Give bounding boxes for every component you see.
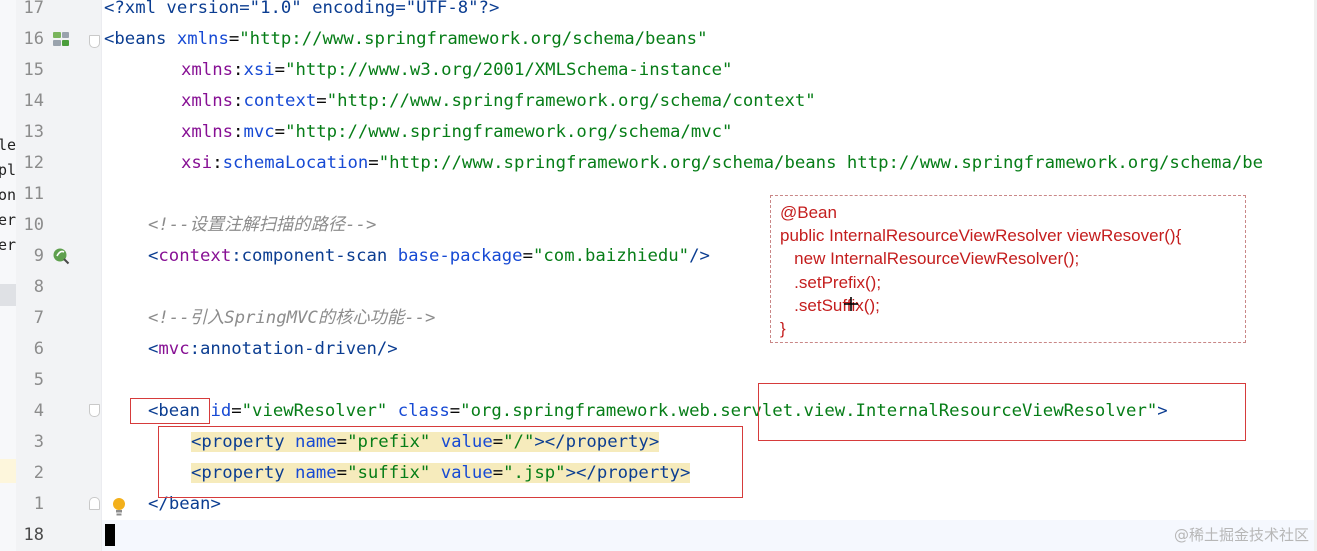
annotation-box-bean-tag <box>130 398 210 424</box>
attribute-name: base-package <box>397 246 523 266</box>
colon: : <box>189 339 201 359</box>
comment: SpringMVC <box>224 308 318 328</box>
tag-name: component-scan <box>241 246 388 266</box>
colon: : <box>233 122 244 142</box>
code-line-6: <mvc:annotation-driven/> <box>148 334 398 365</box>
attribute-value: "http://www.springframework.org/schema/m… <box>285 122 733 142</box>
namespace-prefix: mvc <box>158 339 190 359</box>
note-line: .setPrefix(); <box>780 272 882 292</box>
attribute-name: schemaLocation <box>222 153 369 173</box>
note-line: } <box>780 319 786 339</box>
equals: = <box>368 153 379 173</box>
tag-name: annotation-driven <box>200 339 377 359</box>
tag-name: beans <box>114 29 167 49</box>
namespace-prefix: xsi <box>181 153 213 173</box>
code-line-12: xsi:schemaLocation="http://www.springfra… <box>181 148 1263 179</box>
attribute-name: id <box>210 401 232 421</box>
code-line-7: <!--引入SpringMVC的核心功能--> <box>148 303 435 334</box>
equals: = <box>228 29 240 49</box>
annotation-box-properties <box>158 426 743 498</box>
tag-bracket: /> <box>689 246 710 266</box>
attribute-name: mvc <box>243 122 275 142</box>
tag-bracket: < <box>148 339 159 359</box>
code-line-17: <?xml version="1.0" encoding="UTF-8"?> <box>104 0 499 24</box>
attribute-value: "http://www.springframework.org/schema/c… <box>326 91 816 111</box>
attribute-name: class <box>397 401 450 421</box>
code-line-14: xmlns:context="http://www.springframewor… <box>181 86 816 117</box>
equals: = <box>231 401 242 421</box>
note-line: public InternalResourceViewResolver view… <box>780 226 1182 246</box>
xml-declaration: <?xml version="1.0" encoding="UTF-8"?> <box>104 0 500 18</box>
comment: <!--设置注解扫描的路径--> <box>148 215 377 235</box>
annotation-box-class-name <box>758 383 1246 441</box>
equals: = <box>449 401 461 421</box>
tag-bracket: < <box>148 246 159 266</box>
code-line-13: xmlns:mvc="http://www.springframework.or… <box>181 117 732 148</box>
colon: : <box>212 153 223 173</box>
note-line: @Bean <box>780 203 837 222</box>
code-line-16: <beans xmlns="http://www.springframework… <box>104 24 707 55</box>
watermark: @稀土掘金技术社区 <box>1173 526 1309 544</box>
note-line: new InternalResourceViewResolver(); <box>780 249 1080 269</box>
equals: = <box>522 246 533 266</box>
code-line-10: <!--设置注解扫描的路径--> <box>148 210 376 241</box>
attribute-name: xsi <box>243 60 275 80</box>
tag-bracket: < <box>104 29 115 49</box>
attribute-value: "http://www.springframework.org/schema/b… <box>378 153 1264 173</box>
annotation-note: @Bean public InternalResourceViewResolve… <box>770 195 1246 343</box>
attribute-name: xmlns <box>176 29 229 49</box>
crosshair-cursor-icon <box>844 297 858 311</box>
tag-bracket: /> <box>376 339 398 359</box>
code-line-15: xmlns:xsi="http://www.w3.org/2001/XMLSch… <box>181 55 732 86</box>
equals: = <box>316 91 327 111</box>
namespace-prefix: xmlns <box>181 122 234 142</box>
attribute-value: "http://www.springframework.org/schema/b… <box>239 29 708 49</box>
attribute-name: context <box>243 91 317 111</box>
colon: : <box>231 246 242 266</box>
attribute-value: "http://www.w3.org/2001/XMLSchema-instan… <box>285 60 733 80</box>
comment: <!--引入 <box>148 308 225 328</box>
colon: : <box>233 91 244 111</box>
attribute-value: "viewResolver" <box>241 401 388 421</box>
comment: 的核心功能--> <box>317 308 436 328</box>
colon: : <box>233 60 244 80</box>
namespace-prefix: xmlns <box>181 60 234 80</box>
equals: = <box>274 122 286 142</box>
code-editor[interactable]: le pl on er er 17 16 15 14 13 12 11 10 9… <box>0 0 1317 551</box>
attribute-value: "com.baizhiedu" <box>533 246 690 266</box>
equals: = <box>274 60 286 80</box>
code-line-9: <context:component-scan base-package="co… <box>148 241 710 272</box>
namespace-prefix: context <box>158 246 232 266</box>
text-caret <box>105 524 115 546</box>
namespace-prefix: xmlns <box>181 91 234 111</box>
